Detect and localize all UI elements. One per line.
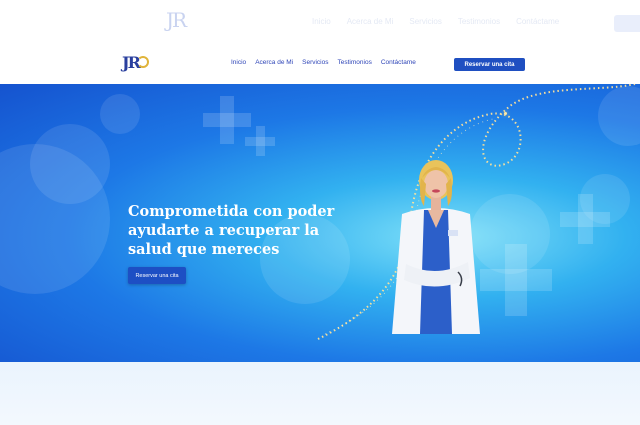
ghost-nav-item: Testimonios xyxy=(457,17,501,26)
main-nav: Inicio Acerca de Mi Servicios Testimonio… xyxy=(231,59,416,66)
nav-link-inicio[interactable]: Inicio xyxy=(231,59,246,66)
nav-link-testimonios[interactable]: Testimonios xyxy=(338,59,372,66)
nav-link-acerca[interactable]: Acerca de Mi xyxy=(255,59,293,66)
ghost-nav-item: Contáctame xyxy=(516,17,560,26)
doctor-photo xyxy=(392,160,480,334)
logo-ring-icon xyxy=(137,56,149,68)
ghost-cta-button xyxy=(614,15,640,32)
ghost-nav-item: Acerca de Mi xyxy=(346,17,394,26)
next-section xyxy=(0,362,640,425)
ghost-nav-item: Inicio xyxy=(312,17,331,26)
ghost-header: JR Inicio Acerca de Mi Servicios Testimo… xyxy=(0,0,640,44)
ghost-nav-item: Servicios xyxy=(409,17,442,26)
site-header: JR Inicio Acerca de Mi Servicios Testimo… xyxy=(0,44,640,84)
hero-section: Comprometida con poder ayudarte a recupe… xyxy=(0,84,640,362)
ghost-nav: Inicio Acerca de Mi Servicios Testimonio… xyxy=(312,17,559,26)
nav-link-contacto[interactable]: Contáctame xyxy=(381,59,416,66)
nav-link-servicios[interactable]: Servicios xyxy=(302,59,328,66)
book-appointment-button[interactable]: Reservar una cita xyxy=(454,58,525,71)
sparkle-dot xyxy=(504,112,507,115)
site-logo[interactable]: JR xyxy=(122,53,150,75)
hero-book-button[interactable]: Reservar una cita xyxy=(128,267,186,284)
ghost-logo: JR xyxy=(166,8,187,32)
hero-title: Comprometida con poder ayudarte a recupe… xyxy=(128,203,335,258)
